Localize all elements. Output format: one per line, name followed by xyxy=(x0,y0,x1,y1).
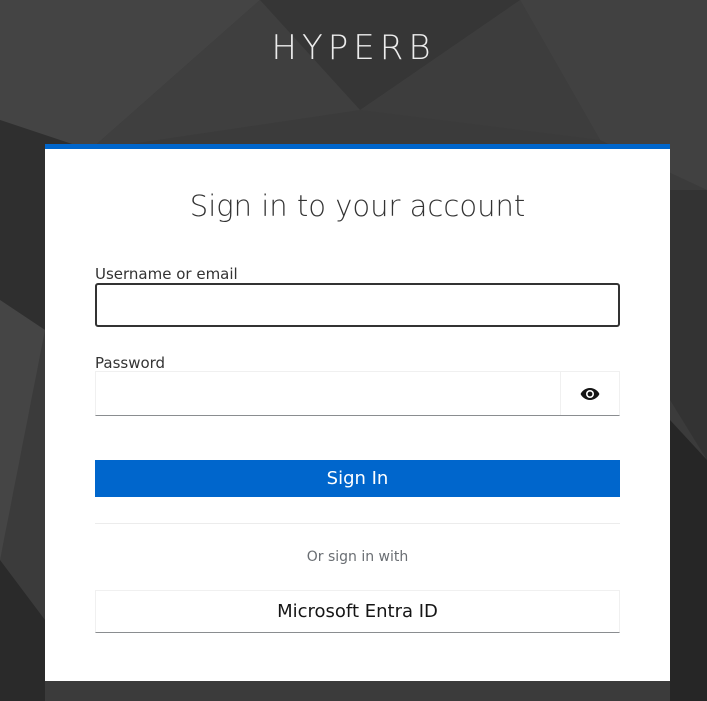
microsoft-entra-id-button[interactable]: Microsoft Entra ID xyxy=(95,590,620,633)
eye-icon xyxy=(580,387,600,400)
username-label: Username or email xyxy=(95,265,238,283)
page-title: Sign in to your account xyxy=(189,189,526,223)
divider xyxy=(95,523,620,524)
sign-in-button[interactable]: Sign In xyxy=(95,460,620,497)
password-input[interactable] xyxy=(96,372,560,415)
brand-title: HYPERB xyxy=(271,28,436,68)
password-label: Password xyxy=(95,354,166,372)
social-heading: Or sign in with xyxy=(306,549,409,565)
login-card: Sign in to your account Username or emai… xyxy=(45,144,670,681)
password-field-group xyxy=(95,371,620,416)
username-input[interactable] xyxy=(95,283,620,327)
show-password-button[interactable] xyxy=(560,372,619,415)
